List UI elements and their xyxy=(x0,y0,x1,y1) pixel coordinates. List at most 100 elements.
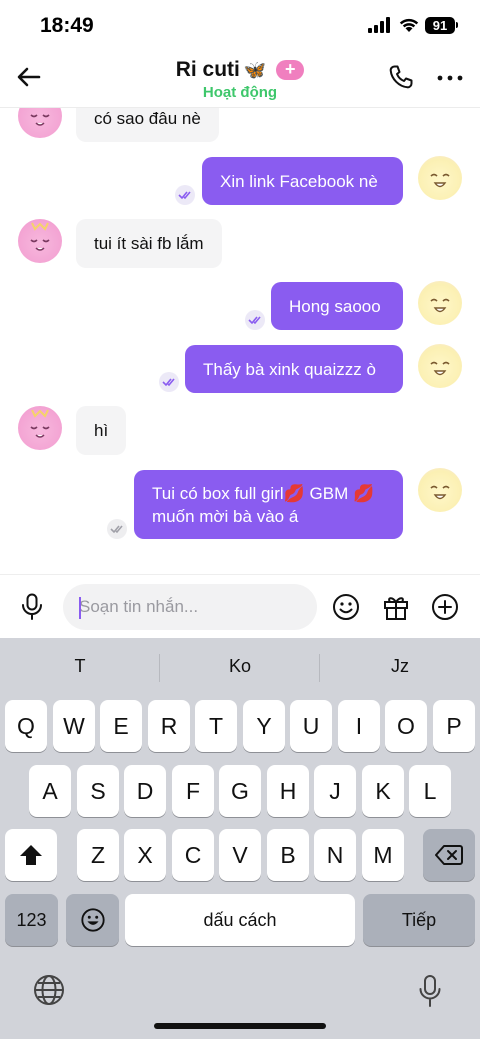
key-w[interactable]: W xyxy=(53,700,95,752)
key-t[interactable]: T xyxy=(195,700,237,752)
keyboard: T Ko Jz Q W E R T Y U I O P A S D F G H … xyxy=(0,638,480,1039)
seen-indicator xyxy=(175,185,195,205)
key-h[interactable]: H xyxy=(267,765,309,817)
seen-indicator xyxy=(159,372,179,392)
emoji-key[interactable] xyxy=(66,894,119,946)
key-q[interactable]: Q xyxy=(5,700,47,752)
double-check-icon xyxy=(110,525,123,534)
avatar-face-icon xyxy=(30,409,50,438)
key-m[interactable]: M xyxy=(362,829,404,881)
key-b[interactable]: B xyxy=(267,829,309,881)
return-key[interactable]: Tiếp xyxy=(363,894,475,946)
home-indicator xyxy=(154,1023,326,1029)
message-bubble-outgoing[interactable]: Xin link Facebook nè xyxy=(202,157,403,205)
message-bubble-outgoing[interactable]: Thấy bà xink quaizzz ò xyxy=(185,345,403,393)
message-bubble-outgoing[interactable]: Hong saooo xyxy=(271,282,403,330)
key-j[interactable]: J xyxy=(314,765,356,817)
key-r[interactable]: R xyxy=(148,700,190,752)
wifi-icon xyxy=(399,18,419,32)
message-text: tui ít sài fb lắm xyxy=(94,233,204,253)
suggestion-2[interactable]: Ko xyxy=(160,656,320,677)
contact-avatar[interactable] xyxy=(18,108,62,138)
key-g[interactable]: G xyxy=(219,765,261,817)
shift-icon xyxy=(20,845,42,865)
battery-level: 91 xyxy=(425,17,455,34)
key-n[interactable]: N xyxy=(314,829,356,881)
key-k[interactable]: K xyxy=(362,765,404,817)
key-l[interactable]: L xyxy=(409,765,451,817)
phone-call-icon[interactable] xyxy=(388,64,414,90)
add-icon[interactable] xyxy=(431,593,459,621)
more-options-icon[interactable] xyxy=(436,74,464,82)
avatar-face-icon xyxy=(30,222,50,251)
suggestion-1[interactable]: T xyxy=(0,656,160,677)
message-text: có sao đâu nè xyxy=(94,109,201,128)
message-bubble-incoming[interactable]: hì xyxy=(76,406,127,455)
key-a[interactable]: A xyxy=(29,765,71,817)
contact-title: Ri cuti 🦋 + xyxy=(176,58,305,82)
key-e[interactable]: E xyxy=(100,700,142,752)
message-text: hì xyxy=(94,420,109,440)
key-p[interactable]: P xyxy=(433,700,475,752)
shift-key[interactable] xyxy=(5,829,57,881)
my-avatar[interactable] xyxy=(418,156,462,200)
my-avatar[interactable] xyxy=(418,468,462,512)
chat-header: Ri cuti 🦋 + Hoạt động xyxy=(0,52,480,108)
key-f[interactable]: F xyxy=(172,765,214,817)
key-u[interactable]: U xyxy=(290,700,332,752)
suggestion-bar: T Ko Jz xyxy=(0,638,480,696)
butterfly-emoji: 🦋 xyxy=(243,59,267,80)
globe-icon[interactable] xyxy=(33,974,65,1006)
text-caret xyxy=(79,597,81,619)
double-check-icon xyxy=(248,316,261,325)
chat-screen: 18:49 91 Ri cuti 🦋 + Hoạt động có sao đâ… xyxy=(0,0,480,1039)
sent-indicator xyxy=(107,519,127,539)
key-c[interactable]: C xyxy=(172,829,214,881)
key-s[interactable]: S xyxy=(77,765,119,817)
key-y[interactable]: Y xyxy=(243,700,285,752)
key-v[interactable]: V xyxy=(219,829,261,881)
double-check-icon xyxy=(162,378,175,387)
key-i[interactable]: I xyxy=(338,700,380,752)
space-key[interactable]: dấu cách xyxy=(125,894,355,946)
message-text-line-1: Tui có box full girl💋 GBM 💋 xyxy=(152,483,375,503)
message-bubble-incoming[interactable]: có sao đâu nè xyxy=(76,108,219,142)
battery-tip xyxy=(456,22,458,28)
message-text-line-2: muốn mời bà vào á xyxy=(152,506,299,526)
status-time: 18:49 xyxy=(40,14,94,37)
backspace-icon xyxy=(435,845,463,865)
message-bubble-incoming[interactable]: tui ít sài fb lắm xyxy=(76,219,222,268)
key-d[interactable]: D xyxy=(124,765,166,817)
message-text: Hong saooo xyxy=(289,296,381,316)
delete-key[interactable] xyxy=(423,829,475,881)
contact-avatar[interactable] xyxy=(18,219,62,263)
message-input[interactable] xyxy=(63,584,317,630)
message-composer xyxy=(0,574,480,638)
cellular-signal-icon xyxy=(368,17,390,33)
message-text: Xin link Facebook nè xyxy=(220,171,378,191)
message-text: Thấy bà xink quaizzz ò xyxy=(203,359,376,379)
numbers-key[interactable]: 123 xyxy=(5,894,58,946)
avatar-face-icon xyxy=(430,485,450,500)
dictation-mic-icon[interactable] xyxy=(418,974,442,1008)
avatar-face-icon xyxy=(430,173,450,188)
suggestion-3[interactable]: Jz xyxy=(320,656,480,677)
key-x[interactable]: X xyxy=(124,829,166,881)
seen-indicator xyxy=(245,310,265,330)
add-friend-badge[interactable]: + xyxy=(276,60,305,80)
my-avatar[interactable] xyxy=(418,344,462,388)
message-bubble-outgoing[interactable]: Tui có box full girl💋 GBM 💋 muốn mời bà … xyxy=(134,470,403,539)
contact-name: Ri cuti xyxy=(175,58,240,81)
key-o[interactable]: O xyxy=(385,700,427,752)
message-list[interactable]: có sao đâu nè Xin link Facebook nè tui í… xyxy=(0,108,480,574)
contact-avatar[interactable] xyxy=(18,406,62,450)
double-check-icon xyxy=(178,191,191,200)
avatar-face-icon xyxy=(430,298,450,313)
status-bar: 18:49 91 xyxy=(0,0,480,52)
avatar-face-icon xyxy=(30,114,50,126)
key-z[interactable]: Z xyxy=(77,829,119,881)
gift-icon[interactable] xyxy=(382,593,410,621)
microphone-icon[interactable] xyxy=(20,593,44,621)
emoji-icon[interactable] xyxy=(332,593,360,621)
my-avatar[interactable] xyxy=(418,281,462,325)
